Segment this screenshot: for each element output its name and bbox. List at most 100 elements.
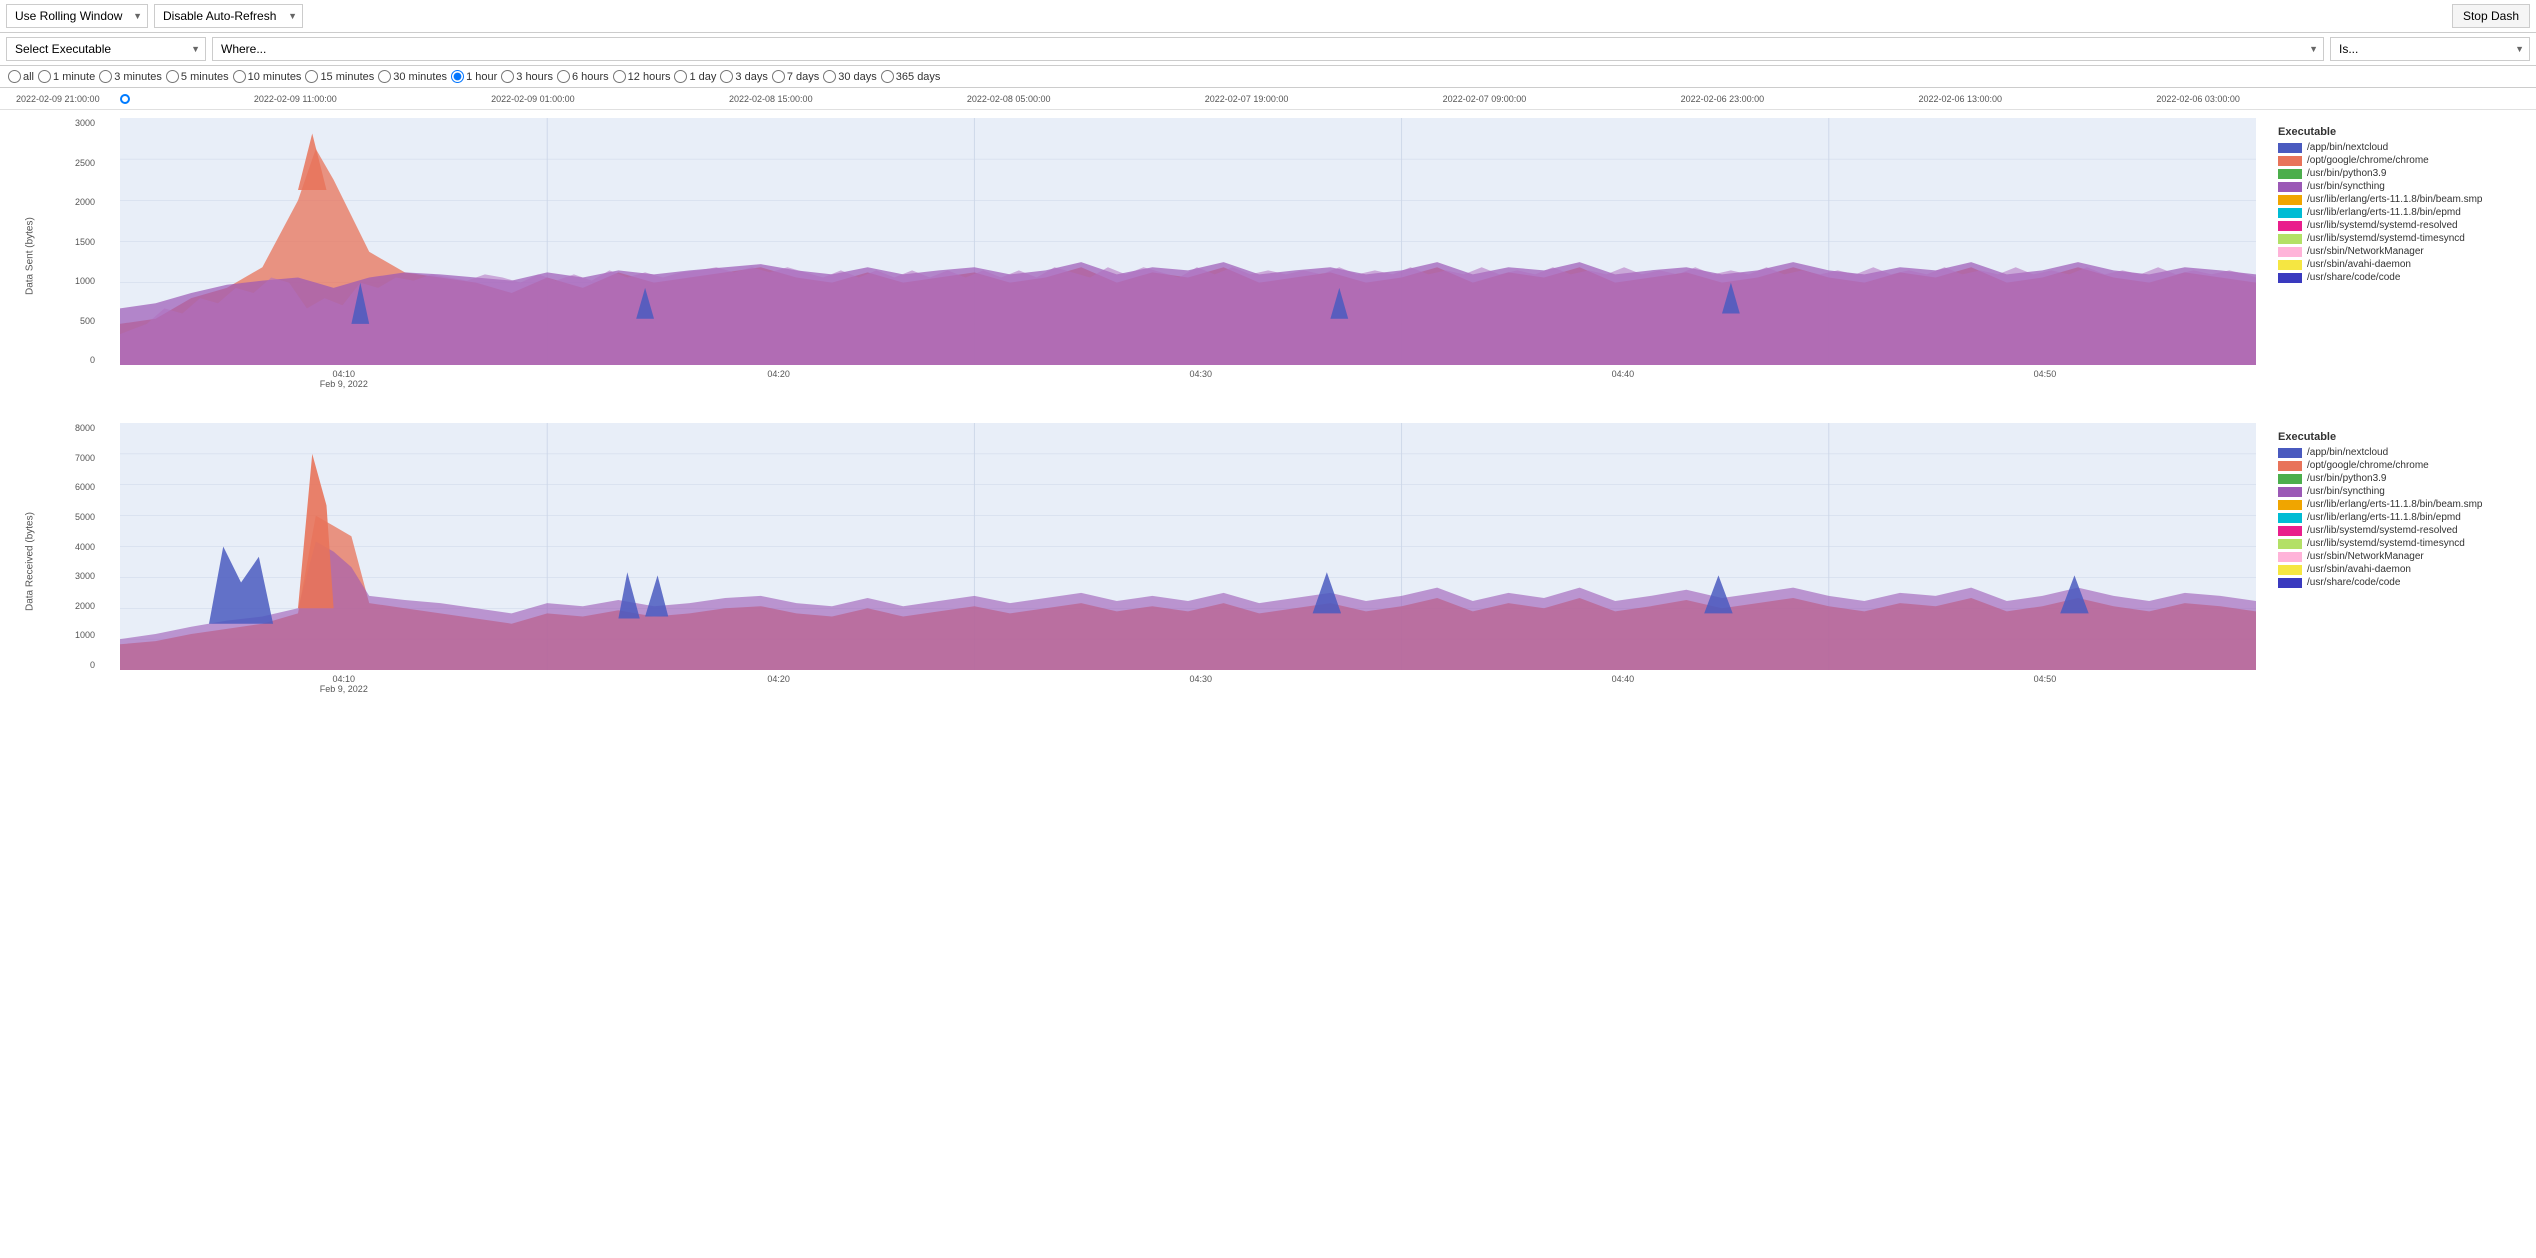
legend-color-swatch [2278, 169, 2302, 179]
legend-item-label: /usr/sbin/avahi-daemon [2307, 564, 2411, 575]
where-select-wrapper: Where... [212, 37, 2324, 61]
legend-item: /usr/lib/erlang/erts-11.1.8/bin/beam.smp [2278, 194, 2524, 205]
x-tick: 04:10Feb 9, 2022 [320, 674, 368, 694]
radio-input-30day[interactable] [823, 70, 836, 83]
auto-refresh-select[interactable]: Disable Auto-Refresh [154, 4, 303, 28]
y-ticks-recv: 800070006000500040003000200010000 [75, 423, 95, 670]
radio-input-1day[interactable] [674, 70, 687, 83]
y-axis-label-sent: Data Sent (bytes) [0, 118, 60, 395]
legend-item: /usr/bin/python3.9 [2278, 168, 2524, 179]
y-tick: 3000 [75, 571, 95, 581]
rolling-window-select[interactable]: Use Rolling Window [6, 4, 148, 28]
legend-item: /usr/lib/systemd/systemd-resolved [2278, 525, 2524, 536]
radio-input-5min[interactable] [166, 70, 179, 83]
radio-option-15min[interactable]: 15 minutes [305, 70, 374, 83]
timeline-label: 2022-02-06 23:00:00 [1681, 94, 1765, 104]
timeline-label: 2022-02-06 13:00:00 [1918, 94, 2002, 104]
legend-color-swatch [2278, 500, 2302, 510]
timeline-label: 2022-02-09 11:00:00 [254, 94, 337, 104]
y-tick: 2000 [75, 197, 95, 207]
radio-option-6hr[interactable]: 6 hours [557, 70, 609, 83]
legend-color-swatch [2278, 273, 2302, 283]
radio-option-12hr[interactable]: 12 hours [613, 70, 671, 83]
radio-label-all: all [23, 71, 34, 83]
legend-color-swatch [2278, 182, 2302, 192]
x-tick: 04:50 [2034, 369, 2057, 379]
radio-label-1min: 1 minute [53, 71, 95, 83]
radio-input-10min[interactable] [233, 70, 246, 83]
radio-option-3min[interactable]: 3 minutes [99, 70, 162, 83]
y-axis-label-recv: Data Received (bytes) [0, 423, 60, 700]
legend-color-swatch [2278, 552, 2302, 562]
legend-item-label: /usr/sbin/avahi-daemon [2307, 259, 2411, 270]
radio-input-12hr[interactable] [613, 70, 626, 83]
radio-input-6hr[interactable] [557, 70, 570, 83]
legend-color-swatch [2278, 461, 2302, 471]
legend-item: /usr/share/code/code [2278, 577, 2524, 588]
radio-input-365day[interactable] [881, 70, 894, 83]
legend-color-swatch [2278, 260, 2302, 270]
radio-label-3min: 3 minutes [114, 71, 162, 83]
legend-item: /app/bin/nextcloud [2278, 447, 2524, 458]
legend-item: /usr/bin/syncthing [2278, 486, 2524, 497]
radio-input-7day[interactable] [772, 70, 785, 83]
chart-recv-svg-container [120, 423, 2256, 670]
legend-color-swatch [2278, 195, 2302, 205]
legend-item-label: /opt/google/chrome/chrome [2307, 460, 2429, 471]
radio-input-1min[interactable] [38, 70, 51, 83]
legend-item-label: /usr/lib/systemd/systemd-timesyncd [2307, 538, 2465, 549]
executable-select[interactable]: Select Executable [6, 37, 206, 61]
charts-container: Data Sent (bytes) [0, 110, 2536, 700]
legend-item: /app/bin/nextcloud [2278, 142, 2524, 153]
legend-item-label: /opt/google/chrome/chrome [2307, 155, 2429, 166]
radio-option-1hr[interactable]: 1 hour [451, 70, 497, 83]
radio-input-1hr[interactable] [451, 70, 464, 83]
radio-label-30min: 30 minutes [393, 71, 447, 83]
radio-input-3min[interactable] [99, 70, 112, 83]
legend-item: /usr/bin/python3.9 [2278, 473, 2524, 484]
radio-option-1min[interactable]: 1 minute [38, 70, 95, 83]
radio-option-1day[interactable]: 1 day [674, 70, 716, 83]
x-tick: 04:50 [2034, 674, 2057, 684]
is-select[interactable]: Is... [2330, 37, 2530, 61]
y-tick: 0 [90, 660, 95, 670]
y-tick: 4000 [75, 542, 95, 552]
timeline-label: 2022-02-09 01:00:00 [491, 94, 575, 104]
radio-input-30min[interactable] [378, 70, 391, 83]
legend-item-label: /app/bin/nextcloud [2307, 447, 2388, 458]
radio-option-10min[interactable]: 10 minutes [233, 70, 302, 83]
legend-color-swatch [2278, 221, 2302, 231]
timeline-label: 2022-02-08 15:00:00 [729, 94, 813, 104]
radio-option-all[interactable]: all [8, 70, 34, 83]
stop-dash-button[interactable]: Stop Dash [2452, 4, 2530, 28]
radio-option-7day[interactable]: 7 days [772, 70, 819, 83]
x-tick: 04:30 [1189, 674, 1212, 684]
legend-item: /usr/lib/erlang/erts-11.1.8/bin/beam.smp [2278, 499, 2524, 510]
legend-item-label: /usr/bin/syncthing [2307, 486, 2385, 497]
legend-item: /usr/lib/erlang/erts-11.1.8/bin/epmd [2278, 512, 2524, 523]
radio-input-3day[interactable] [720, 70, 733, 83]
legend-color-swatch [2278, 208, 2302, 218]
chart-sent-svg [120, 118, 2256, 365]
legend-color-swatch [2278, 526, 2302, 536]
radio-input-all[interactable] [8, 70, 21, 83]
radio-label-15min: 15 minutes [320, 71, 374, 83]
where-select[interactable]: Where... [212, 37, 2324, 61]
y-tick: 8000 [75, 423, 95, 433]
radio-option-365day[interactable]: 365 days [881, 70, 941, 83]
y-tick: 1000 [75, 276, 95, 286]
legend-color-swatch [2278, 234, 2302, 244]
radio-option-5min[interactable]: 5 minutes [166, 70, 229, 83]
radio-option-30min[interactable]: 30 minutes [378, 70, 447, 83]
radio-label-5min: 5 minutes [181, 71, 229, 83]
legend-item-label: /usr/sbin/NetworkManager [2307, 246, 2424, 257]
radio-input-3hr[interactable] [501, 70, 514, 83]
radio-option-3hr[interactable]: 3 hours [501, 70, 553, 83]
radio-option-30day[interactable]: 30 days [823, 70, 877, 83]
radio-input-15min[interactable] [305, 70, 318, 83]
timeline-slider[interactable] [120, 94, 130, 104]
x-tick: 04:20 [767, 369, 790, 379]
legend-color-swatch [2278, 565, 2302, 575]
radio-option-3day[interactable]: 3 days [720, 70, 767, 83]
legend-item: /usr/sbin/NetworkManager [2278, 246, 2524, 257]
